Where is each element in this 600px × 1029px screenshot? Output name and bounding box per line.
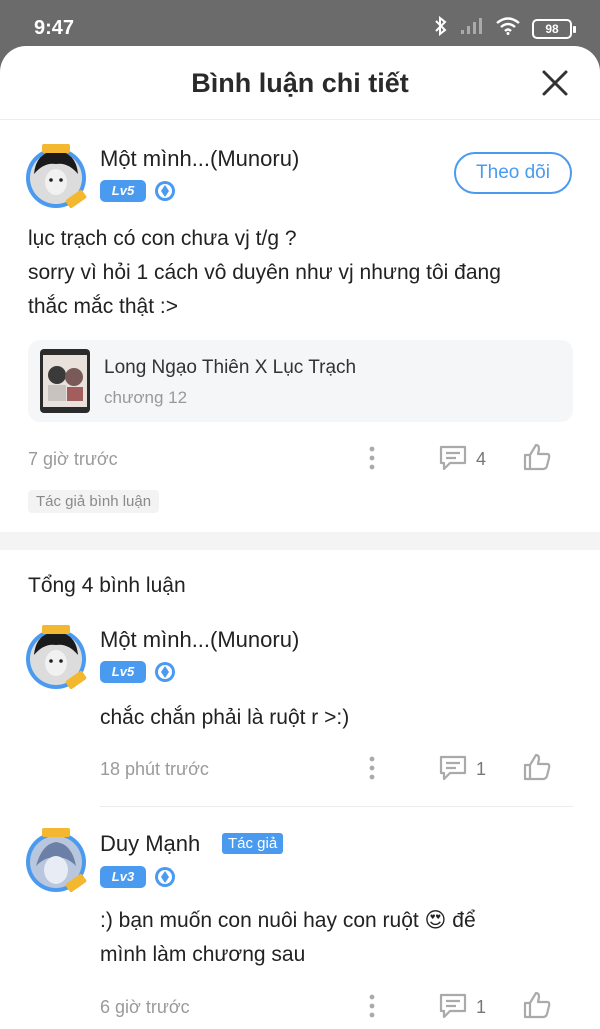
reply-line: :) bạn muốn con nuôi hay con ruột 😍 để [100, 909, 476, 932]
reply-button[interactable] [438, 754, 468, 782]
close-button[interactable] [540, 68, 570, 98]
level-badge: Lv5 [100, 180, 146, 202]
like-icon [523, 443, 551, 471]
more-icon [369, 446, 375, 470]
gem-icon [154, 180, 176, 202]
author-comment-chip: Tác giả bình luận [28, 490, 160, 513]
comment-icon [439, 993, 467, 1019]
wifi-icon [496, 17, 520, 40]
total-comments: Tổng 4 bình luận [28, 574, 186, 597]
story-chapter: chương 12 [104, 388, 188, 407]
reply-count: 1 [476, 997, 487, 1017]
reply-button[interactable] [438, 444, 468, 472]
story-reference-card[interactable]: Long Ngạo Thiên X Lục Trạch chương 12 [28, 340, 573, 422]
username[interactable]: Một mình...(Munoru) [100, 627, 299, 653]
reply-line: mình làm chương sau [100, 943, 306, 966]
like-button[interactable] [522, 752, 552, 782]
comment-time: 7 giờ trước [28, 449, 118, 469]
avatar[interactable] [22, 826, 90, 894]
reply-button[interactable] [438, 992, 468, 1020]
follow-button[interactable]: Theo dõi [454, 152, 572, 194]
status-icons: 98 [434, 15, 576, 41]
comment-text: lục trạch có con chưa vj t/g ? sorry vì … [28, 222, 501, 324]
story-title: Long Ngạo Thiên X Lục Trạch [104, 357, 357, 378]
reply-text: chắc chắn phải là ruột r >:) [100, 701, 349, 735]
more-button[interactable] [362, 754, 382, 782]
gem-icon [154, 661, 176, 683]
like-button[interactable] [522, 990, 552, 1020]
story-cover [40, 349, 90, 413]
battery-icon: 98 [532, 18, 576, 39]
more-icon [369, 756, 375, 780]
comment-line: sorry vì hỏi 1 cách vô duyên như vj nhưn… [28, 261, 501, 284]
close-icon [542, 70, 568, 96]
avatar[interactable] [22, 142, 90, 210]
username[interactable]: Một mình...(Munoru) [100, 146, 299, 172]
gem-icon [154, 866, 176, 888]
author-tag: Tác giả [222, 833, 284, 854]
level-badge: Lv3 [100, 866, 146, 888]
reply-time: 6 giờ trước [100, 997, 190, 1017]
section-divider [0, 532, 600, 550]
reply-separator [100, 806, 573, 807]
sheet-header: Bình luận chi tiết [0, 46, 600, 120]
comment-icon [439, 445, 467, 471]
username[interactable]: Duy Mạnh [100, 831, 200, 857]
more-icon [369, 994, 375, 1018]
reply-count: 1 [476, 759, 487, 779]
like-icon [523, 753, 551, 781]
reply-count: 4 [476, 449, 487, 469]
signal-icon [460, 17, 484, 40]
status-time: 9:47 [34, 17, 75, 39]
comment-detail-sheet: Bình luận chi tiết Một mình...(Munoru) L… [0, 46, 600, 1029]
level-badge: Lv5 [100, 661, 146, 683]
comment-line: thắc mắc thật :> [28, 295, 178, 318]
comment-line: lục trạch có con chưa vj t/g ? [28, 227, 297, 250]
reply-line: chắc chắn phải là ruột r >:) [100, 706, 350, 729]
comment-icon [439, 755, 467, 781]
page-title: Bình luận chi tiết [191, 68, 409, 98]
like-icon [523, 991, 551, 1019]
bluetooth-icon [434, 15, 448, 41]
more-button[interactable] [362, 992, 382, 1020]
reply-time: 18 phút trước [100, 759, 209, 779]
reply-text: :) bạn muốn con nuôi hay con ruột 😍 để m… [100, 904, 476, 972]
avatar[interactable] [22, 623, 90, 691]
like-button[interactable] [522, 442, 552, 472]
more-button[interactable] [362, 444, 382, 472]
